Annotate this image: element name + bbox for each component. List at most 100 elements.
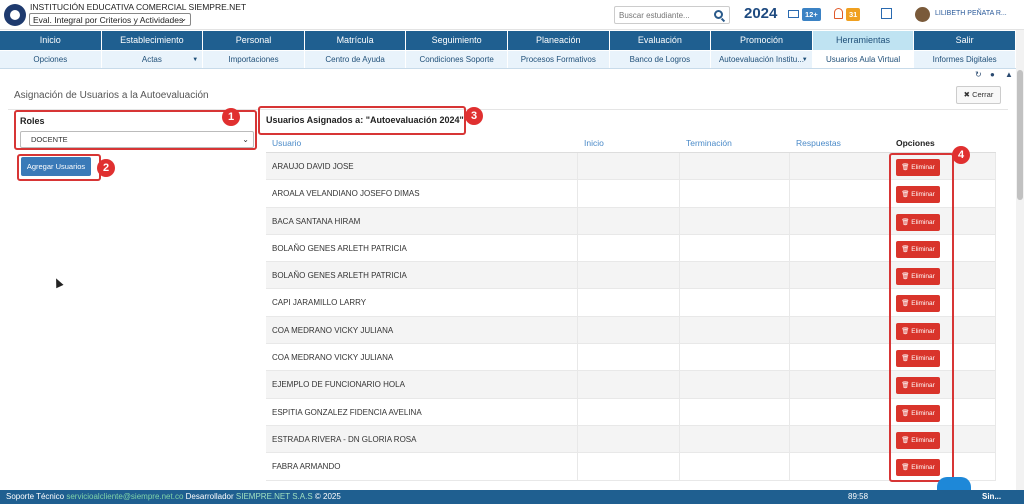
tab-establecimiento[interactable]: Establecimiento [102,31,204,50]
cell-terminacion [680,398,790,425]
subnav-usuarios-aula-virtual[interactable]: Usuarios Aula Virtual [812,51,915,68]
footer-company-link[interactable]: SIEMPRE.NET S.A.S [236,492,313,501]
subnav-opciones[interactable]: Opciones [0,51,102,68]
cell-inicio [578,316,680,344]
cell-inicio [578,453,680,480]
close-icon: ✖ [963,90,970,99]
notification-count-badge[interactable]: 31 [846,8,861,21]
column-header-usuario[interactable]: Usuario [266,133,578,152]
column-header-inicio[interactable]: Inicio [578,133,680,152]
cell-usuario: ESPITIA GONZALEZ FIDENCIA AVELINA [266,398,578,425]
cell-respuestas [790,289,890,316]
cell-usuario: AROALA VELANDIANO JOSEFO DIMAS [266,180,578,207]
cell-inicio [578,344,680,371]
cell-respuestas [790,207,890,234]
footer-brand: Sin... [982,492,1002,501]
search-icon[interactable] [714,10,723,19]
column-header-respuestas[interactable]: Respuestas [790,133,890,152]
user-name[interactable]: LILIBETH PEÑATA R... [935,10,1007,17]
subnav-label: Informes Digitales [932,55,997,64]
table-row: ESTRADA RIVERA - DN GLORIA ROSA 🗑 Elimina… [266,425,996,454]
panel-tools: ↻ ● ▲ [975,71,1013,79]
tab-matricula[interactable]: Matrícula [305,31,407,50]
table-row: ESPITIA GONZALEZ FIDENCIA AVELINA 🗑 Elimi… [266,398,996,426]
subnav-procesos-formativos[interactable]: Procesos Formativos [508,51,610,68]
table-row: BOLAÑO GENES ARLETH PATRICIA 🗑 Eliminar [266,234,996,263]
table-header: Usuario Inicio Terminación Respuestas Op… [266,133,996,153]
cell-inicio [578,207,680,234]
cell-inicio [578,180,680,207]
cell-respuestas [790,453,890,480]
cell-terminacion [680,234,790,262]
refresh-icon[interactable]: ↻ [975,71,982,79]
cell-usuario: BOLAÑO GENES ARLETH PATRICIA [266,234,578,262]
cube-icon[interactable] [881,8,892,19]
tab-salir[interactable]: Salir [914,31,1016,50]
cell-inicio [578,425,680,453]
student-search-input[interactable] [615,7,707,23]
tab-personal[interactable]: Personal [203,31,305,50]
page-title: Asignación de Usuarios a la Autoevaluaci… [14,90,209,101]
cell-inicio [578,398,680,425]
student-search[interactable] [614,6,730,24]
cell-respuestas [790,316,890,344]
column-header-terminacion[interactable]: Terminación [680,133,790,152]
subnav-banco-logros[interactable]: Banco de Logros [610,51,712,68]
scrollbar-thumb[interactable] [1017,70,1023,200]
cell-usuario: ESTRADA RIVERA - DN GLORIA ROSA [266,425,578,453]
annotation-box-1 [14,110,257,150]
arrow-up-icon[interactable]: ▲ [1005,71,1013,79]
cell-terminacion [680,344,790,371]
tab-herramientas[interactable]: Herramientas [812,31,915,50]
table-row: CAPI JARAMILLO LARRY 🗑 Eliminar [266,289,996,317]
annotation-box-2 [17,154,101,181]
mail-count-badge[interactable]: 12+ [802,8,821,21]
info-icon[interactable]: ● [990,71,997,79]
annotation-number-2: 2 [97,159,115,177]
cell-terminacion [680,371,790,398]
bell-icon[interactable] [834,8,843,19]
cell-terminacion [680,453,790,480]
subnav-autoevaluacion[interactable]: Autoevaluación Institu... ▼ [711,51,813,68]
cell-usuario: BOLAÑO GENES ARLETH PATRICIA [266,262,578,289]
table-body: ARAUJO DAVID JOSE 🗑 Eliminar AROALA VELAND… [266,153,996,481]
cell-terminacion [680,316,790,344]
cell-inicio [578,371,680,398]
subnav-label: Opciones [33,55,68,64]
close-button[interactable]: ✖ Cerrar [956,86,1001,104]
subnav-condiciones-soporte[interactable]: Condiciones Soporte [406,51,508,68]
tab-promocion[interactable]: Promoción [711,31,813,50]
mail-icon[interactable] [788,10,799,18]
subnav-label: Banco de Logros [629,55,691,64]
tab-planeacion[interactable]: Planeación [508,31,610,50]
avatar[interactable] [915,7,930,22]
tab-inicio[interactable]: Inicio [0,31,102,50]
tab-evaluacion[interactable]: Evaluación [610,31,712,50]
footer-support-email[interactable]: servicioalcliente@siempre.net.co [66,492,183,501]
cell-terminacion [680,207,790,234]
subnav-centro-ayuda[interactable]: Centro de Ayuda [305,51,407,68]
subnav-label: Actas [141,55,162,64]
cell-terminacion [680,180,790,207]
cell-terminacion [680,262,790,289]
subnav-importaciones[interactable]: Importaciones [203,51,305,68]
cell-inicio [578,262,680,289]
page-scrollbar[interactable] [1016,30,1024,490]
institution-logo[interactable] [4,4,26,26]
evaluation-type-select[interactable]: Eval. Integral por Criterios y Actividad… [29,13,191,26]
caret-down-icon: ▼ [801,57,808,63]
cell-terminacion [680,153,790,180]
table-row: BOLAÑO GENES ARLETH PATRICIA 🗑 Eliminar [266,262,996,290]
chevron-down-icon: ⌄ [180,14,187,23]
school-year[interactable]: 2024 [744,5,777,22]
caret-down-icon: ▼ [192,57,199,63]
cell-usuario: CAPI JARAMILLO LARRY [266,289,578,316]
session-timer: 89:58 [848,492,869,501]
table-row: COA MEDRANO VICKY JULIANA 🗑 Eliminar [266,316,996,345]
cell-respuestas [790,234,890,262]
tab-seguimiento[interactable]: Seguimiento [406,31,508,50]
subnav-actas[interactable]: Actas ▼ [102,51,204,68]
subnav-label: Importaciones [228,55,279,64]
footer: Soporte Técnico servicioalcliente@siempr… [0,490,1024,504]
subnav-informes-digitales[interactable]: Informes Digitales [914,51,1016,68]
